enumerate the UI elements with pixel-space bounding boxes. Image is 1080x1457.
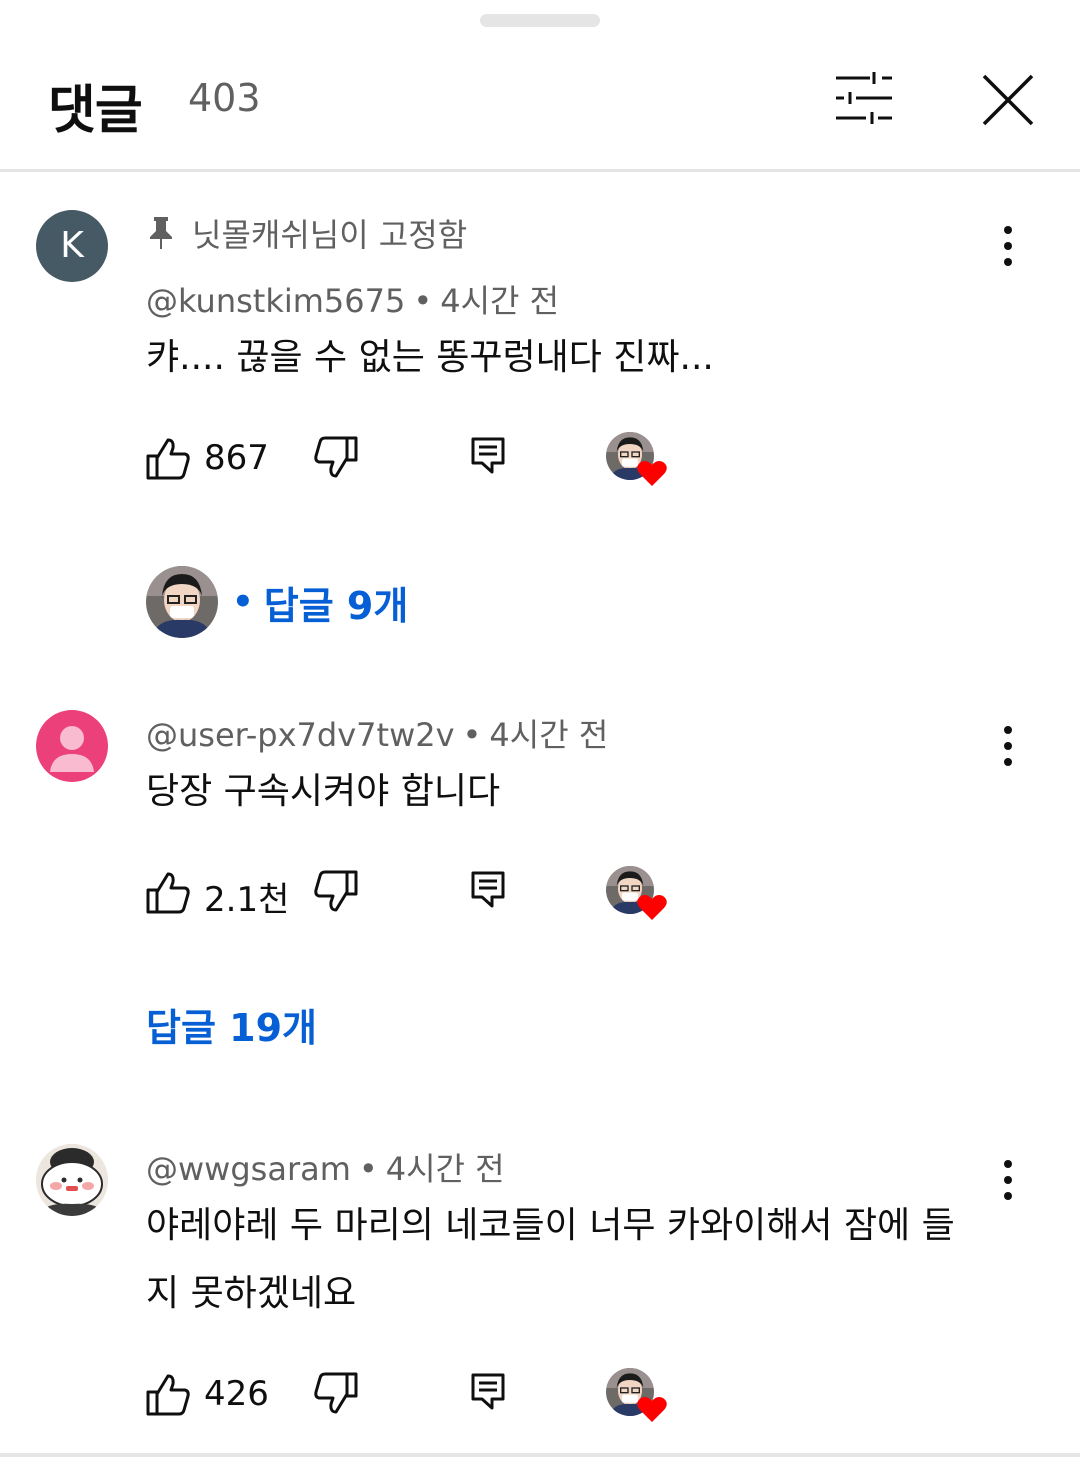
creator-heart-icon <box>606 432 667 486</box>
dislike-button[interactable] <box>314 436 358 484</box>
comment-time: 4시간 전 <box>440 282 560 320</box>
pin-icon <box>150 217 172 249</box>
bottom-divider <box>0 1453 1080 1457</box>
comment-meta: @user-px7dv7tw2v • 4시간 전 <box>146 716 609 754</box>
avatar[interactable]: K <box>36 210 108 282</box>
more-vert-icon <box>1004 226 1012 266</box>
comment-item: @wwgsaram • 4시간 전 야레야레 두 마리의 네코들이 너무 카와이해서… <box>0 1106 1080 1457</box>
comment-meta: @wwgsaram • 4시간 전 <box>146 1150 505 1188</box>
thumb-up-icon <box>146 438 190 480</box>
like-button[interactable]: 2.1천 <box>146 870 290 920</box>
like-button[interactable]: 426 <box>146 1372 269 1420</box>
avatar-letter: K <box>60 225 84 266</box>
view-replies-button[interactable]: 답글 19개 <box>146 1000 317 1050</box>
close-icon <box>982 74 1034 126</box>
author-name[interactable]: @user-px7dv7tw2v <box>146 716 455 754</box>
sliders-icon <box>836 72 892 124</box>
comments-header: 댓글 403 <box>0 0 1080 172</box>
more-button[interactable] <box>990 1156 1026 1204</box>
creator-heart <box>606 432 668 488</box>
comment-actions: 867 <box>146 432 706 486</box>
comment-actions: 426 <box>146 1368 706 1422</box>
author-name[interactable]: @wwgsaram <box>146 1150 351 1188</box>
filter-button[interactable] <box>834 70 894 126</box>
pinned-text: 닛몰캐쉬님이 고정함 <box>192 216 468 254</box>
more-button[interactable] <box>990 222 1026 270</box>
thumb-down-icon <box>314 1372 358 1414</box>
comment-actions: 2.1천 <box>146 866 706 920</box>
reply-button[interactable] <box>470 870 506 914</box>
comment-text: 당장 구속시켜야 합니다 <box>146 771 501 812</box>
character-avatar-icon <box>36 1144 108 1216</box>
creator-heart-icon <box>606 866 667 920</box>
reply-button[interactable] <box>470 1372 506 1416</box>
creator-heart <box>606 866 668 922</box>
dislike-button[interactable] <box>314 1372 358 1420</box>
like-count: 426 <box>204 1374 269 1414</box>
like-count: 867 <box>204 438 269 478</box>
thumb-down-icon <box>314 870 358 912</box>
person-icon <box>50 726 94 772</box>
comment-item: K 닛몰캐쉬님이 고정함 @kunstkim5675 • 4시간 전 캬.... 끊… <box>0 172 1080 672</box>
view-replies-button[interactable]: • 답글 9개 <box>146 566 408 638</box>
comment-meta: @kunstkim5675 • 4시간 전 <box>146 282 560 320</box>
reply-icon <box>471 437 505 474</box>
more-button[interactable] <box>990 722 1026 770</box>
thumb-up-icon <box>146 1374 190 1416</box>
pinned-label: 닛몰캐쉬님이 고정함 <box>146 210 467 256</box>
more-vert-icon <box>1004 726 1012 766</box>
close-button[interactable] <box>978 70 1038 130</box>
like-button[interactable]: 867 <box>146 436 269 484</box>
page-title: 댓글 <box>48 81 143 141</box>
author-name[interactable]: @kunstkim5675 <box>146 282 405 320</box>
comment-item: @user-px7dv7tw2v • 4시간 전 당장 구속시켜야 합니다 2.1천… <box>0 672 1080 1072</box>
thumb-down-icon <box>314 436 358 478</box>
comment-time: 4시간 전 <box>385 1150 505 1188</box>
avatar[interactable] <box>36 710 108 782</box>
avatar[interactable] <box>36 1144 108 1216</box>
comment-text: 야레야레 두 마리의 네코들이 너무 카와이해서 잠에 들지 못하겠네요 <box>146 1205 955 1314</box>
reply-button[interactable] <box>470 436 506 480</box>
creator-avatar <box>146 566 218 638</box>
more-vert-icon <box>1004 1160 1012 1200</box>
replies-label: 답글 9개 <box>263 583 409 628</box>
reply-icon <box>471 871 505 908</box>
creator-heart <box>606 1368 668 1424</box>
comment-text: 캬.... 끊을 수 없는 똥꾸렁내다 진짜... <box>146 337 714 378</box>
comment-count: 403 <box>188 76 261 120</box>
comment-time: 4시간 전 <box>489 716 609 754</box>
separator-dot: • <box>232 582 254 622</box>
dislike-button[interactable] <box>314 870 358 918</box>
thumb-up-icon <box>146 872 190 914</box>
replies-label: 답글 19개 <box>146 1005 317 1050</box>
reply-icon <box>471 1373 505 1410</box>
like-count: 2.1천 <box>204 880 290 920</box>
creator-heart-icon <box>606 1368 667 1422</box>
